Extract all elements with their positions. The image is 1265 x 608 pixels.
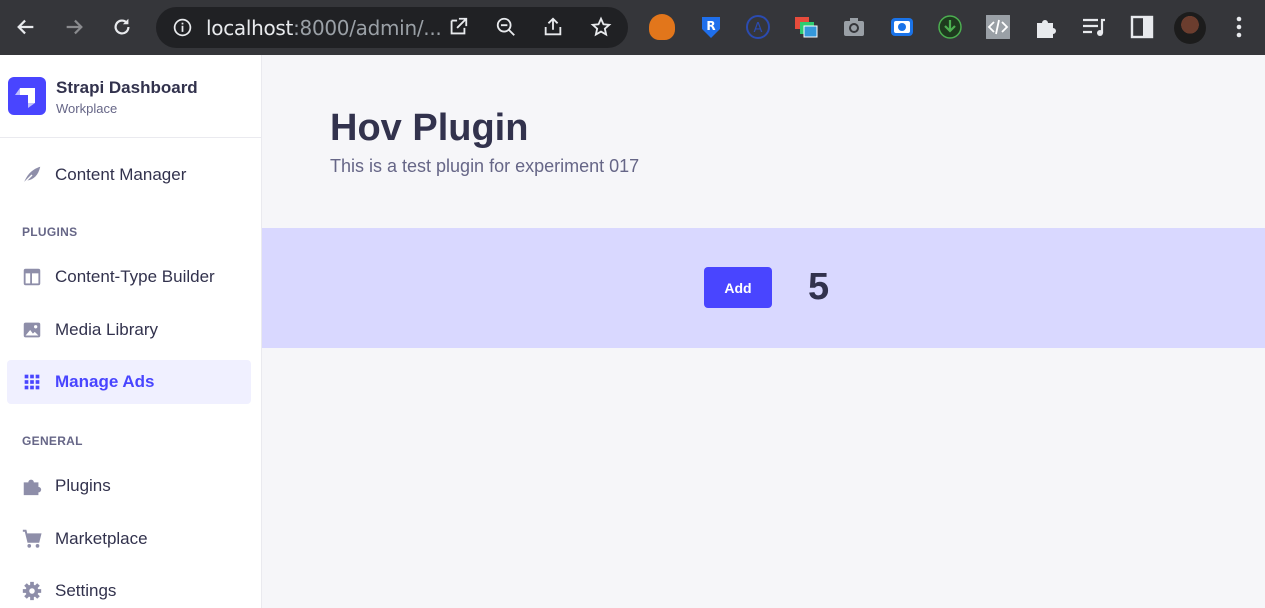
feather-icon (23, 166, 41, 184)
playlist-icon[interactable] (1081, 14, 1107, 40)
sidebar-item-label: Content Manager (55, 165, 187, 184)
section-plugins: PLUGINS (22, 225, 78, 239)
puzzle-icon[interactable] (1033, 14, 1059, 40)
address-bar[interactable]: localhost:8000/admin/... (156, 7, 628, 48)
grid-icon (24, 374, 40, 390)
back-button[interactable] (14, 15, 38, 39)
puzzle-icon (23, 479, 42, 496)
record-icon[interactable] (889, 14, 915, 40)
r-shield-icon[interactable]: R (698, 14, 724, 40)
code-icon[interactable] (985, 14, 1011, 40)
forward-button[interactable] (62, 15, 86, 39)
add-button[interactable]: Add (704, 267, 772, 308)
star-icon[interactable] (590, 16, 612, 38)
zoom-out-icon[interactable] (495, 16, 517, 38)
url-text[interactable]: localhost:8000/admin/... (206, 16, 442, 40)
sidebar-item-label: Content-Type Builder (55, 267, 215, 286)
sidebar-item-plugins[interactable]: Plugins (7, 464, 251, 508)
arrow-right-icon (66, 19, 83, 35)
avatar[interactable] (1174, 12, 1206, 44)
sidebar-item-label: Manage Ads (55, 372, 155, 391)
sidebar-item-marketplace[interactable]: Marketplace (7, 517, 251, 561)
sidebar-item-media-library[interactable]: Media Library (7, 308, 251, 352)
svg-text:R: R (706, 19, 715, 33)
layout-icon (23, 268, 41, 286)
camera-icon[interactable] (841, 14, 867, 40)
counter-value: 5 (808, 266, 830, 308)
brand-subtitle: Workplace (56, 101, 118, 116)
sidebar-item-content-manager[interactable]: Content Manager (7, 153, 251, 197)
section-general: GENERAL (22, 434, 83, 448)
sidebar-item-label: Media Library (55, 320, 158, 339)
main-content: Hov Plugin This is a test plugin for exp… (262, 55, 1265, 608)
svg-text:A: A (754, 21, 763, 36)
sidebar: Strapi Dashboard Workplace Content Manag… (0, 55, 262, 608)
open-external-icon[interactable] (447, 16, 469, 38)
arrow-left-icon (17, 19, 34, 35)
counter-panel: Add 5 (262, 228, 1265, 348)
windows-icon[interactable] (793, 14, 819, 40)
sidebar-item-label: Settings (55, 581, 117, 600)
menu-icon[interactable] (1226, 14, 1252, 40)
url-path: :8000/admin/... (293, 16, 442, 40)
sidebar-item-settings[interactable]: Settings (7, 569, 251, 608)
download-icon[interactable] (937, 14, 963, 40)
reload-icon (114, 18, 130, 35)
sidepanel-icon[interactable] (1129, 14, 1155, 40)
gear-icon (22, 581, 42, 601)
image-icon (23, 322, 41, 338)
sidebar-item-content-type-builder[interactable]: Content-Type Builder (7, 255, 251, 299)
brand: Strapi Dashboard Workplace (0, 55, 261, 138)
sidebar-item-manage-ads[interactable]: Manage Ads (7, 360, 251, 404)
sidebar-item-label: Marketplace (55, 529, 148, 548)
browser-toolbar: localhost:8000/admin/... R A (0, 0, 1265, 55)
brand-title: Strapi Dashboard (56, 78, 198, 97)
page-title: Hov Plugin (330, 107, 529, 149)
a-circle-icon[interactable]: A (745, 14, 771, 40)
strapi-logo (8, 77, 46, 115)
fox-icon[interactable] (649, 14, 675, 40)
page-subtitle: This is a test plugin for experiment 017 (330, 156, 640, 176)
share-icon[interactable] (542, 16, 564, 38)
info-icon[interactable] (172, 17, 193, 38)
sidebar-item-label: Plugins (55, 476, 111, 495)
reload-button[interactable] (110, 15, 134, 39)
url-host: localhost (206, 16, 294, 40)
cart-icon (22, 529, 42, 548)
